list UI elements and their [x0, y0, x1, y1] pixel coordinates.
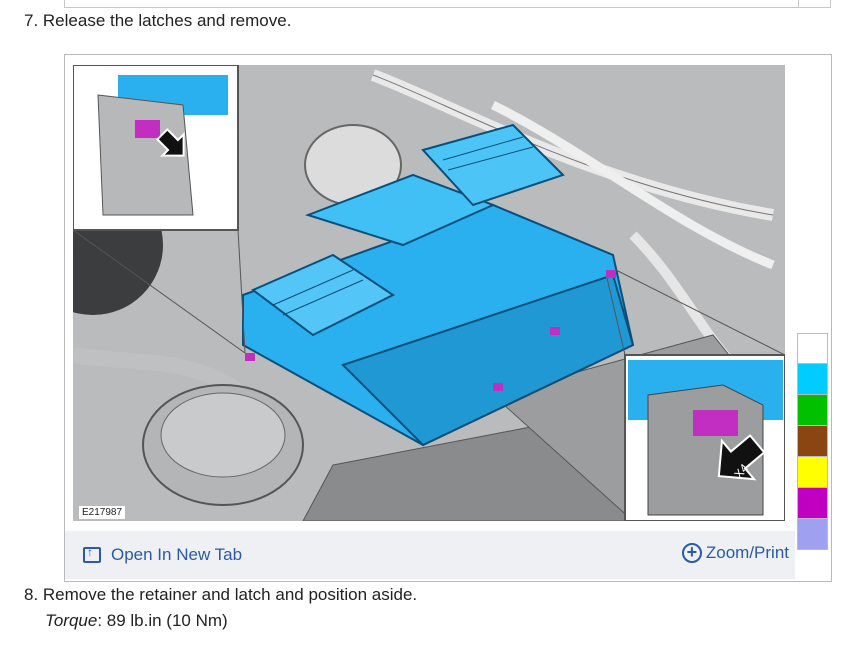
torque-label: Torque — [45, 611, 98, 630]
step-7-text: 7. Release the latches and remove. — [24, 11, 292, 30]
open-in-new-tab-link[interactable]: Open In New Tab — [83, 545, 242, 565]
open-in-new-tab-label: Open In New Tab — [111, 545, 243, 564]
swatch-green[interactable] — [797, 395, 828, 426]
swatch-brown[interactable] — [797, 426, 828, 457]
swatch-magenta[interactable] — [797, 488, 828, 519]
swatch-yellow[interactable] — [797, 457, 828, 488]
zoom-print-label: Zoom/Print — [705, 543, 789, 562]
engine-bay-illustration[interactable]: X4 E217987 — [73, 65, 785, 521]
zoom-print-link[interactable]: + Zoom/Print — [681, 543, 789, 563]
swatch-cyan[interactable] — [797, 364, 828, 395]
figure-toolbar: Open In New Tab + Zoom/Print — [65, 531, 795, 579]
color-swatch-column — [797, 333, 828, 550]
previous-figure-frame — [64, 0, 831, 8]
swatch-white[interactable] — [797, 333, 828, 364]
torque-value: : 89 lb.in (10 Nm) — [97, 611, 228, 630]
swatch-lavender[interactable] — [797, 519, 828, 550]
torque-line: Torque: 89 lb.in (10 Nm) — [45, 611, 228, 631]
previous-swatch — [798, 0, 830, 7]
step-8-text: 8. Remove the retainer and latch and pos… — [24, 585, 418, 604]
figure-panel: X4 E217987 Open In New Tab + Zoom/Print — [64, 54, 832, 582]
open-tab-icon — [83, 545, 101, 563]
figure-id: E217987 — [79, 506, 126, 519]
zoom-plus-icon: + — [681, 543, 702, 563]
